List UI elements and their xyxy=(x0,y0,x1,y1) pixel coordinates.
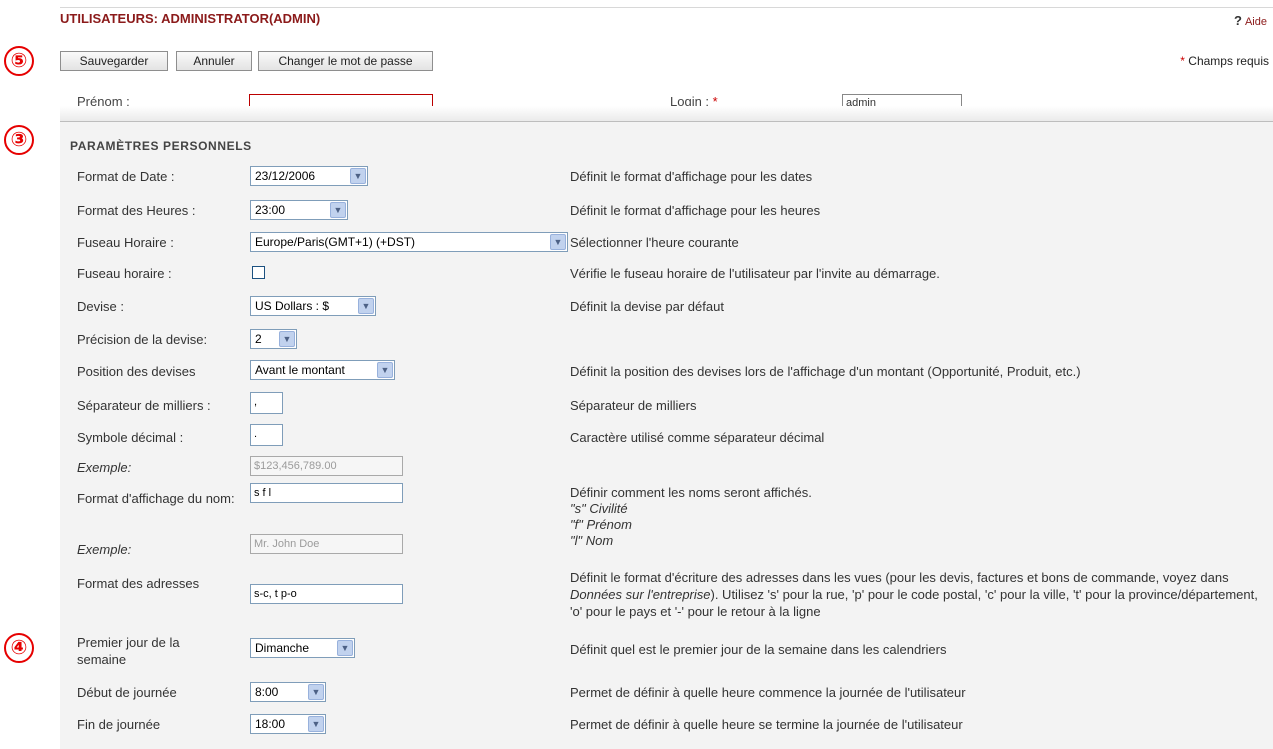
currency-position-label: Position des devises xyxy=(77,364,196,379)
currency-precision-select[interactable]: 2 ▼ xyxy=(250,329,297,349)
day-end-desc: Permet de définir à quelle heure se term… xyxy=(570,717,963,732)
date-format-select[interactable]: 23/12/2006 ▼ xyxy=(250,166,368,186)
required-fields-note: * Champs requis xyxy=(1180,54,1269,68)
page-title: UTILISATEURS: ADMINISTRATOR(ADMIN) xyxy=(60,11,321,26)
cut-off-row: Prénom : Login : * admin xyxy=(60,86,1273,106)
time-format-label: Format des Heures : xyxy=(77,203,196,218)
example-name-field: Mr. John Doe xyxy=(250,534,403,554)
login-label: Login : * xyxy=(670,94,718,106)
timezone-label: Fuseau Horaire : xyxy=(77,235,174,250)
section-title: PARAMÈTRES PERSONNELS xyxy=(70,139,252,153)
timezone-desc: Sélectionner l'heure courante xyxy=(570,235,739,250)
decimal-symbol-desc: Caractère utilisé comme séparateur décim… xyxy=(570,430,825,445)
day-end-select[interactable]: 18:00 ▼ xyxy=(250,714,326,734)
time-format-value: 23:00 xyxy=(255,203,286,217)
login-input[interactable]: admin xyxy=(842,94,962,106)
change-password-button[interactable]: Changer le mot de passe xyxy=(258,51,433,71)
day-start-desc: Permet de définir à quelle heure commenc… xyxy=(570,685,966,700)
chevron-down-icon: ▼ xyxy=(330,202,346,218)
chevron-down-icon: ▼ xyxy=(550,234,566,250)
currency-desc: Définit la devise par défaut xyxy=(570,299,724,314)
thousands-separator-desc: Séparateur de milliers xyxy=(570,398,697,413)
currency-position-value: Avant le montant xyxy=(255,363,345,377)
currency-value: US Dollars : $ xyxy=(255,299,330,313)
question-icon: ? xyxy=(1234,13,1242,28)
currency-label: Devise : xyxy=(77,299,124,314)
save-button[interactable]: Sauvegarder xyxy=(60,51,168,71)
thousands-separator-label: Séparateur de milliers : xyxy=(77,398,211,413)
first-day-select[interactable]: Dimanche ▼ xyxy=(250,638,355,658)
timezone-prompt-checkbox[interactable] xyxy=(252,266,265,279)
day-start-label: Début de journée xyxy=(77,685,177,700)
chevron-down-icon: ▼ xyxy=(279,331,295,347)
address-format-desc: Définit le format d'écriture des adresse… xyxy=(570,570,1258,619)
name-format-label: Format d'affichage du nom: xyxy=(77,491,235,506)
firstname-input[interactable] xyxy=(249,94,433,106)
decimal-symbol-label: Symbole décimal : xyxy=(77,430,184,445)
name-format-desc-lastname: "l" Nom xyxy=(570,533,614,548)
chevron-down-icon: ▼ xyxy=(308,684,324,700)
day-end-label: Fin de journée xyxy=(77,717,161,732)
address-format-label: Format des adresses xyxy=(77,576,200,591)
name-format-desc-line: Définir comment les noms seront affichés… xyxy=(570,485,812,500)
help-label: Aide xyxy=(1244,16,1267,28)
first-day-value: Dimanche xyxy=(255,641,310,655)
date-format-label: Format de Date : xyxy=(77,169,175,184)
company-data-reference: Données sur l'entreprise xyxy=(570,587,711,602)
currency-precision-value: 2 xyxy=(255,332,262,346)
example-number-label: Exemple: xyxy=(77,460,132,475)
time-format-desc: Définit le format d'affichage pour les h… xyxy=(570,203,821,218)
day-start-select[interactable]: 8:00 ▼ xyxy=(250,682,326,702)
chevron-down-icon: ▼ xyxy=(377,362,393,378)
decimal-symbol-input[interactable]: . xyxy=(250,424,283,446)
name-format-desc-firstname: "f" Prénom xyxy=(570,517,632,532)
callout-five: ⑤ xyxy=(4,46,34,76)
currency-position-desc: Définit la position des devises lors de … xyxy=(570,364,1081,379)
chevron-down-icon: ▼ xyxy=(337,640,353,656)
timezone-select[interactable]: Europe/Paris(GMT+1) (+DST) ▼ xyxy=(250,232,568,252)
chevron-down-icon: ▼ xyxy=(350,168,366,184)
login-required-star: * xyxy=(712,94,718,106)
timezone-check-desc: Vérifie le fuseau horaire de l'utilisate… xyxy=(570,266,940,281)
example-name-label: Exemple: xyxy=(77,542,132,557)
first-day-label: Premier jour de la semaine xyxy=(77,635,180,667)
first-day-desc: Définit quel est le premier jour de la s… xyxy=(570,642,947,657)
day-end-value: 18:00 xyxy=(255,717,286,731)
time-format-select[interactable]: 23:00 ▼ xyxy=(250,200,348,220)
address-format-input[interactable]: s-c, t p-o xyxy=(250,584,403,604)
currency-select[interactable]: US Dollars : $ ▼ xyxy=(250,296,376,316)
name-format-desc-civility: "s" Civilité xyxy=(570,501,628,516)
help-link[interactable]: ? Aide xyxy=(1234,13,1267,28)
top-divider xyxy=(60,7,1273,8)
chevron-down-icon: ▼ xyxy=(308,716,324,732)
panel-shadow xyxy=(60,106,1273,122)
name-format-desc: Définir comment les noms seront affichés… xyxy=(570,485,812,549)
example-number-field: $123,456,789.00 xyxy=(250,456,403,476)
firstname-label: Prénom : xyxy=(77,94,130,106)
day-start-value: 8:00 xyxy=(255,685,279,699)
cancel-button[interactable]: Annuler xyxy=(176,51,252,71)
date-format-desc: Définit le format d'affichage pour les d… xyxy=(570,169,813,184)
date-format-value: 23/12/2006 xyxy=(255,169,316,183)
timezone-value: Europe/Paris(GMT+1) (+DST) xyxy=(255,235,416,249)
required-star: * xyxy=(1180,54,1185,68)
timezone-check-label: Fuseau horaire : xyxy=(77,266,172,281)
callout-four: ④ xyxy=(4,633,34,663)
currency-precision-label: Précision de la devise: xyxy=(77,332,208,347)
name-format-input[interactable]: s f l xyxy=(250,483,403,503)
chevron-down-icon: ▼ xyxy=(358,298,374,314)
thousands-separator-input[interactable]: , xyxy=(250,392,283,414)
currency-position-select[interactable]: Avant le montant ▼ xyxy=(250,360,395,380)
callout-three: ③ xyxy=(4,125,34,155)
required-label: Champs requis xyxy=(1188,54,1269,68)
